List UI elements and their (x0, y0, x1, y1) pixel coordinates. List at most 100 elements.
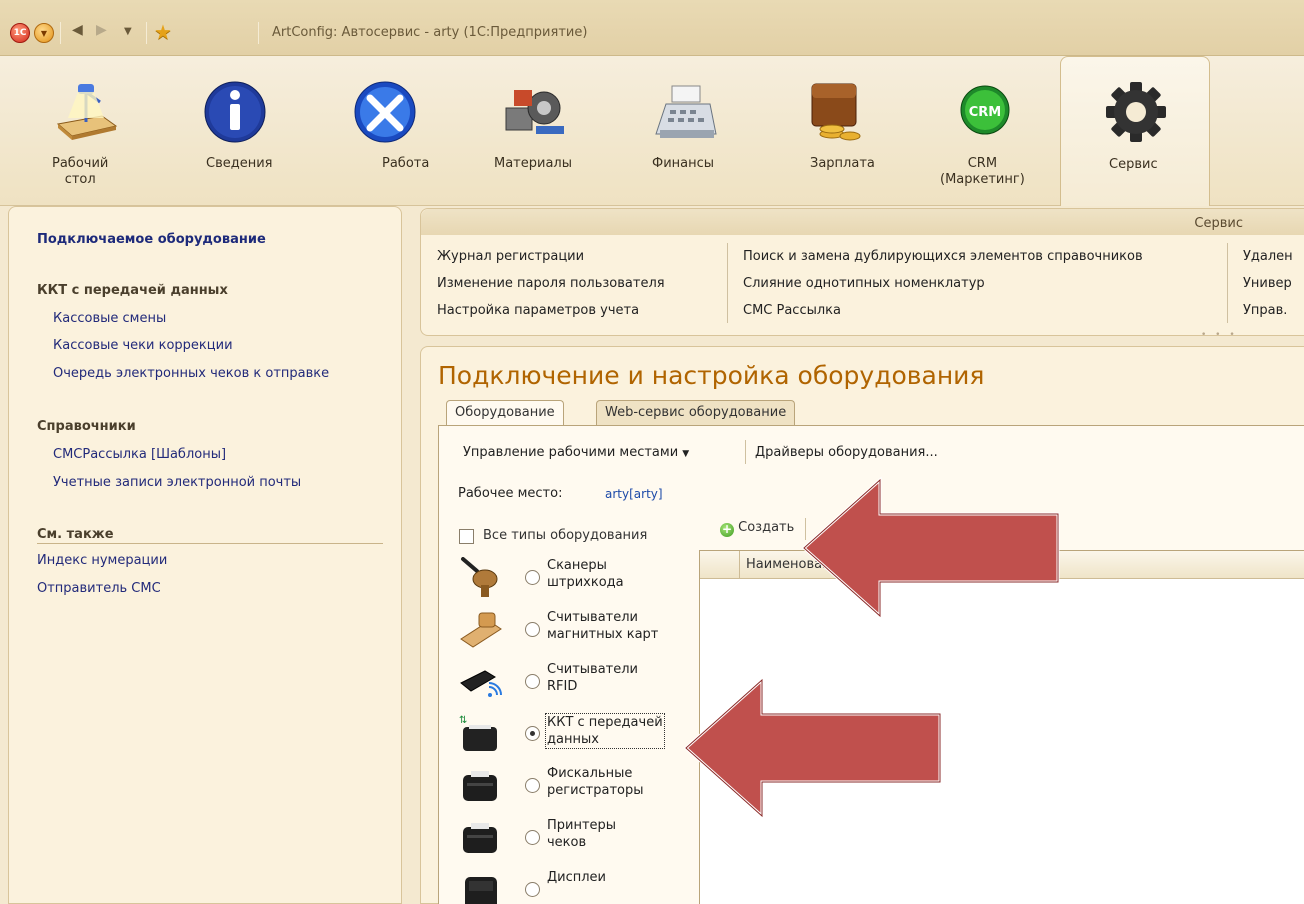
equipment-type-name: Считыватели RFID (547, 662, 638, 694)
table-header-gutter (700, 551, 740, 579)
gear-icon (1106, 82, 1166, 142)
equipment-type-radio[interactable] (525, 622, 540, 637)
tools-icon (354, 81, 416, 143)
equipment-type-radio[interactable] (525, 778, 540, 793)
workplaces-menu-button[interactable]: Управление рабочими местами ▼ (463, 445, 689, 460)
create-label: Создать (738, 520, 795, 535)
nav-item-receipt-queue[interactable]: Очередь электронных чеков к отправке (53, 366, 329, 381)
history-dropdown-icon[interactable]: ▼ (124, 26, 132, 37)
svg-text:⇅: ⇅ (459, 715, 467, 726)
equipment-type-name: Фискальные регистраторы (547, 766, 644, 798)
resize-grip[interactable]: • • • (1201, 330, 1238, 340)
equipment-type-card-readers[interactable]: Считыватели магнитных карт (439, 603, 700, 655)
svg-text:CRM: CRM (969, 105, 1002, 120)
nav-group-see-also: См. также (37, 527, 114, 542)
service-panel-title: Сервис (1194, 216, 1243, 231)
wallet-icon (811, 83, 861, 141)
equipment-type-scanners[interactable]: Сканеры штрихкода (439, 551, 700, 603)
parts-icon (505, 90, 564, 134)
rfid-reader-icon (460, 670, 502, 697)
equipment-type-list: Сканеры штрихкода Считыватели магнитных … (439, 521, 700, 904)
equipment-type-radio[interactable] (525, 674, 540, 689)
cmd-delete[interactable]: Удален (1243, 249, 1293, 264)
cmd-event-log[interactable]: Журнал регистрации (437, 249, 584, 264)
equipment-type-radio[interactable] (525, 570, 540, 585)
equipment-type-displays[interactable]: Дисплеи (439, 863, 700, 904)
title-bar: 1C ▼ ◀ ▶ ▼ ★ ArtConfig: Автосервис - art… (0, 0, 1304, 56)
cmd-universal[interactable]: Универ (1243, 276, 1292, 291)
add-icon: + (720, 522, 734, 537)
nav-item-numbering-index[interactable]: Индекс нумерации (37, 553, 167, 568)
section-service[interactable]: Сервис (1060, 56, 1210, 206)
equipment-type-fiscal-registrars[interactable]: Фискальные регистраторы (439, 759, 700, 811)
equipment-type-radio[interactable] (525, 726, 540, 741)
nav-item-correction-receipts[interactable]: Кассовые чеки коррекции (53, 338, 233, 353)
section-label: Работа (382, 156, 430, 171)
crm-icon: CRM (960, 85, 1010, 135)
annotation-arrow-create (801, 476, 1060, 620)
equipment-type-receipt-printers[interactable]: Принтеры чеков (439, 811, 700, 863)
service-commands-panel: Сервис Журнал регистрации Изменение паро… (420, 208, 1304, 340)
cmd-manage[interactable]: Управ. (1243, 303, 1287, 318)
tab-web-service[interactable]: Web-сервис оборудование (596, 400, 796, 425)
display-icon (465, 877, 497, 904)
equipment-type-name: Принтеры чеков (547, 818, 617, 850)
section-label: CRM (Маркетинг) (940, 156, 1025, 187)
app-logo-icon[interactable]: 1C (10, 23, 30, 43)
cmd-accounting-settings[interactable]: Настройка параметров учета (437, 303, 639, 318)
divider (37, 543, 383, 544)
forward-arrow-icon[interactable]: ▶ (96, 22, 107, 38)
nav-item-cash-shifts[interactable]: Кассовые смены (53, 311, 166, 326)
barcode-scanner-icon (461, 557, 498, 597)
tab-equipment[interactable]: Оборудование (446, 400, 564, 426)
cmd-merge-nomenclature[interactable]: Слияние однотипных номенклатур (743, 276, 985, 291)
cmd-change-password[interactable]: Изменение пароля пользователя (437, 276, 665, 291)
section-work[interactable]: Работа (344, 56, 434, 206)
toolbar-divider (258, 22, 259, 44)
equipment-type-radio[interactable] (525, 882, 540, 897)
workplace-link[interactable]: arty[arty] (605, 487, 663, 501)
section-info[interactable]: Сведения (194, 56, 284, 206)
section-finance[interactable]: Финансы (636, 56, 736, 206)
section-label: Сведения (206, 156, 273, 171)
info-icon (204, 81, 266, 143)
equipment-type-name: ККТ с передачей данных (545, 713, 665, 749)
toolbar-divider (745, 440, 746, 464)
equipment-type-name: Дисплеи (547, 870, 607, 885)
create-button[interactable]: + Создать (720, 520, 794, 537)
sections-panel: Рабочий стол Сведения Работа Материалы Ф… (0, 56, 1304, 206)
cmd-find-duplicates[interactable]: Поиск и замена дублирующихся элементов с… (743, 249, 1143, 264)
nav-title[interactable]: Подключаемое оборудование (37, 232, 266, 247)
service-panel-header: Сервис (421, 209, 1304, 235)
section-label: Материалы (494, 156, 572, 171)
column-divider (1227, 243, 1228, 323)
equipment-type-rfid-readers[interactable]: Считыватели RFID (439, 655, 700, 707)
section-label: Зарплата (810, 156, 875, 171)
nav-group-kkt: ККТ с передачей данных (37, 283, 228, 298)
section-label: Сервис (1109, 157, 1158, 172)
receipt-printer-icon (463, 823, 497, 853)
main-menu-icon[interactable]: ▼ (34, 23, 54, 43)
column-divider (727, 243, 728, 323)
cmd-sms-mailing[interactable]: СМС Рассылка (743, 303, 841, 318)
cash-register-icon (655, 85, 717, 138)
section-crm[interactable]: CRM CRM (Маркетинг) (930, 56, 1040, 206)
equipment-type-name: Считыватели магнитных карт (547, 610, 659, 642)
nav-item-sms-templates[interactable]: СМСРассылка [Шаблоны] (53, 447, 226, 462)
equipment-type-name: Сканеры штрихкода (547, 558, 624, 590)
section-materials[interactable]: Материалы (486, 56, 586, 206)
back-arrow-icon[interactable]: ◀ (72, 22, 83, 38)
section-desktop[interactable]: Рабочий стол (40, 56, 130, 206)
favorites-star-icon[interactable]: ★ (154, 20, 172, 44)
section-salary[interactable]: Зарплата (794, 56, 894, 206)
section-label: Финансы (652, 156, 715, 171)
toolbar-divider (146, 22, 147, 44)
fiscal-printer-icon (463, 771, 497, 801)
equipment-type-online-kkt[interactable]: ⇅ ККТ с передачей данных (439, 707, 700, 759)
nav-item-sms-sender[interactable]: Отправитель СМС (37, 581, 161, 596)
online-kkt-icon: ⇅ (459, 715, 497, 751)
nav-item-email-accounts[interactable]: Учетные записи электронной почты (53, 475, 301, 490)
equipment-type-radio[interactable] (525, 830, 540, 845)
window-title: ArtConfig: Автосервис - arty (1С:Предпри… (272, 25, 588, 40)
drivers-button[interactable]: Драйверы оборудования... (755, 445, 938, 460)
